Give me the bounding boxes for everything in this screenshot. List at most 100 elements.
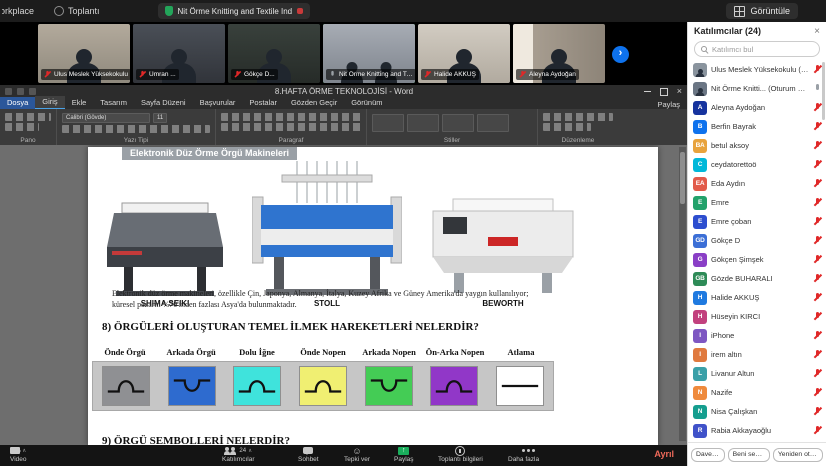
muted-mic-icon[interactable] [814, 312, 821, 321]
react-button[interactable]: ☺ Tepki ver [344, 446, 370, 463]
autosave-icon[interactable] [5, 88, 12, 95]
meeting-info-button[interactable]: Toplantı bilgileri [438, 446, 483, 463]
mic-icon[interactable] [814, 84, 821, 93]
ribbon-buttons[interactable] [543, 123, 591, 131]
font-name-select[interactable]: Calibri (Gövde) [62, 113, 150, 123]
chevron-up-icon[interactable]: ∧ [248, 448, 252, 454]
muted-mic-icon[interactable] [814, 388, 821, 397]
video-tile[interactable]: Gökçe D... [228, 24, 320, 83]
tab-sayfa-duzeni[interactable]: Sayfa Düzeni [134, 97, 193, 109]
tab-gozden-gecir[interactable]: Gözden Geçir [284, 97, 344, 109]
video-toggle-button[interactable]: ∧ Video [10, 446, 27, 463]
video-tile[interactable]: Ümran ... [133, 24, 225, 83]
close-icon[interactable]: × [677, 87, 682, 96]
participant-row[interactable]: R Rabia Akkayaoğlu [688, 421, 826, 440]
participant-row[interactable]: E Emre çoban [688, 212, 826, 231]
tab-ekle[interactable]: Ekle [65, 97, 94, 109]
style-option[interactable] [407, 114, 439, 132]
participant-row[interactable]: I irem altın [688, 345, 826, 364]
tab-postalar[interactable]: Postalar [242, 97, 284, 109]
muted-mic-icon[interactable] [814, 141, 821, 150]
participant-row[interactable]: GB Gözde BUHARALI [688, 269, 826, 288]
reopen-session-button[interactable]: Yeniden oturum aç [773, 448, 823, 462]
chat-button[interactable]: Sohbet [298, 446, 319, 463]
style-option[interactable] [372, 114, 404, 132]
muted-mic-icon[interactable] [814, 331, 821, 340]
style-option[interactable] [477, 114, 509, 132]
video-tile[interactable]: Aleyna Aydoğan [513, 24, 605, 83]
participants-list[interactable]: Ulus Meslek Yüksekokulu (Ben) Nit Örme K… [688, 60, 826, 442]
panel-scrollbar[interactable] [822, 62, 825, 120]
participant-row[interactable]: N Nazife [688, 383, 826, 402]
muted-mic-icon[interactable] [814, 293, 821, 302]
ribbon-buttons[interactable] [62, 125, 210, 133]
tab-giris[interactable]: Giriş [35, 96, 64, 109]
participant-row[interactable]: N Nisa Çalışkan [688, 402, 826, 421]
participant-row[interactable]: L Livanur Altun [688, 364, 826, 383]
muted-mic-icon[interactable] [814, 426, 821, 435]
ribbon-buttons[interactable] [221, 113, 361, 121]
muted-mic-icon[interactable] [814, 255, 821, 264]
video-tile-active-speaker[interactable]: Nit Örme Knitting and Textile Ind... [323, 24, 415, 83]
meeting-info-pill[interactable]: Nit Örme Knitting and Textile Ind [158, 3, 311, 19]
muted-mic-icon[interactable] [814, 65, 821, 74]
participant-row[interactable]: H Hüseyin KIRCI [688, 307, 826, 326]
tab-basvurular[interactable]: Başvurular [193, 97, 243, 109]
video-tile[interactable]: Ulus Meslek Yüksekokulu [38, 24, 130, 83]
save-icon[interactable] [17, 88, 24, 95]
muted-mic-icon[interactable] [814, 179, 821, 188]
participant-row[interactable]: GD Gökçe D [688, 231, 826, 250]
share-screen-button[interactable]: ↑ Paylaş [394, 446, 414, 463]
ribbon-buttons[interactable] [5, 123, 39, 131]
next-videos-button[interactable]: › [612, 46, 629, 63]
participants-button[interactable]: 24∧ Katılımcılar [222, 446, 255, 463]
participant-row[interactable]: BA betul aksoy [688, 136, 826, 155]
ribbon-group-styles[interactable]: Stiller [367, 109, 538, 145]
minimize-icon[interactable] [644, 91, 651, 92]
mute-me-button[interactable]: Beni sessize al [728, 448, 770, 462]
muted-mic-icon[interactable] [814, 274, 821, 283]
ribbon-group-paragraph[interactable]: Paragraf [216, 109, 367, 145]
close-panel-icon[interactable]: × [814, 26, 820, 37]
participant-row[interactable]: I iPhone [688, 326, 826, 345]
tab-dosya[interactable]: Dosya [0, 97, 35, 109]
participant-row[interactable]: H Halide AKKUŞ [688, 288, 826, 307]
participant-row[interactable]: E Emre [688, 193, 826, 212]
ribbon-buttons[interactable] [221, 123, 361, 131]
ribbon-group-editing[interactable]: Düzenleme [538, 109, 618, 145]
muted-mic-icon[interactable] [814, 122, 821, 131]
more-button[interactable]: Daha fazla [508, 446, 539, 463]
muted-mic-icon[interactable] [814, 369, 821, 378]
participant-row[interactable]: Nit Örme Knitti... (Oturum Sahibi) [688, 79, 826, 98]
participant-row[interactable]: A Aleyna Aydoğan [688, 98, 826, 117]
leave-meeting-button[interactable]: Ayrıl [654, 449, 674, 459]
ribbon-group-font[interactable]: Calibri (Gövde) 11 Yazı Tipi [57, 109, 216, 145]
view-button[interactable]: Görüntüle [726, 3, 798, 19]
muted-mic-icon[interactable] [814, 350, 821, 359]
ribbon-buttons[interactable] [5, 113, 51, 121]
participant-search[interactable]: Katılımcı bul [694, 41, 820, 57]
ribbon-buttons[interactable] [543, 113, 613, 121]
ribbon-group-clipboard[interactable]: Pano [0, 109, 57, 145]
muted-mic-icon[interactable] [814, 103, 821, 112]
muted-mic-icon[interactable] [814, 217, 821, 226]
undo-icon[interactable] [29, 88, 36, 95]
tab-tasarim[interactable]: Tasarım [93, 97, 134, 109]
word-share-button[interactable]: Paylaş [657, 100, 680, 109]
font-size-select[interactable]: 11 [153, 113, 167, 123]
muted-mic-icon[interactable] [814, 407, 821, 416]
muted-mic-icon[interactable] [814, 236, 821, 245]
word-scrollbar[interactable] [679, 147, 686, 441]
restore-icon[interactable] [660, 88, 668, 96]
tab-gorunum[interactable]: Görünüm [344, 97, 389, 109]
scrollbar-thumb[interactable] [680, 152, 685, 204]
participant-row[interactable]: Ulus Meslek Yüksekokulu (Ben) [688, 60, 826, 79]
video-tile[interactable]: Halide AKKUŞ [418, 24, 510, 83]
invite-button[interactable]: Davet Edin [691, 448, 725, 462]
participant-row[interactable]: EA Eda Aydın [688, 174, 826, 193]
muted-mic-icon[interactable] [814, 198, 821, 207]
participant-row[interactable]: B Berfin Bayrak [688, 117, 826, 136]
muted-mic-icon[interactable] [814, 160, 821, 169]
style-option[interactable] [442, 114, 474, 132]
participant-row[interactable]: G Gökçen Şimşek [688, 250, 826, 269]
